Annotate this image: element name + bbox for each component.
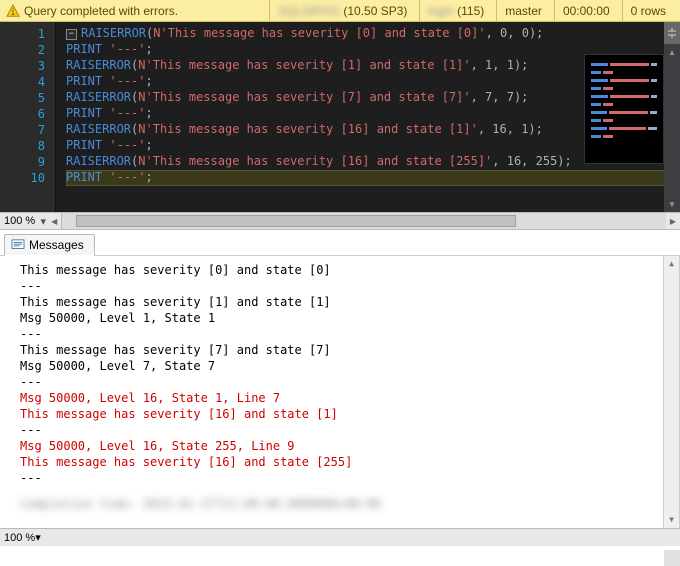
tab-messages-label: Messages	[29, 238, 84, 252]
spid: (115)	[457, 4, 484, 18]
results-tabs: Messages	[0, 230, 680, 256]
hscroll-right-icon[interactable]: ▶	[666, 217, 680, 226]
editor-vertical-scrollbar[interactable]: ▲ ▼	[664, 44, 680, 212]
message-line: ---	[20, 278, 679, 294]
split-handle[interactable]	[664, 22, 680, 44]
server-version: (10.50 SP3)	[343, 4, 407, 18]
zoom-dropdown-icon[interactable]: ▾	[39, 215, 47, 228]
zoom-dropdown-icon[interactable]: ▾	[35, 531, 41, 544]
message-line: ---	[20, 470, 679, 486]
message-line: Msg 50000, Level 16, State 1, Line 7	[20, 390, 679, 406]
message-line: Msg 50000, Level 16, State 255, Line 9	[20, 438, 679, 454]
elapsed-time: 00:00:00	[554, 0, 618, 21]
message-line: This message has severity [7] and state …	[20, 342, 679, 358]
message-line: This message has severity [16] and state…	[20, 454, 679, 470]
hscroll-left-icon[interactable]: ◀	[47, 217, 61, 226]
collapse-icon[interactable]: −	[66, 29, 77, 40]
message-line: ---	[20, 374, 679, 390]
login-name: login	[428, 4, 453, 18]
message-line: ---	[20, 326, 679, 342]
editor-horizontal-scrollbar[interactable]	[61, 213, 666, 229]
messages-zoom-row: 100 % ▾	[0, 528, 680, 546]
message-line: This message has severity [1] and state …	[20, 294, 679, 310]
tab-messages[interactable]: Messages	[4, 234, 95, 256]
editor-zoom-row: 100 % ▾ ◀ ▶	[0, 212, 680, 230]
sql-editor[interactable]: 12345678910 −RAISERROR(N'This message ha…	[0, 22, 680, 212]
warning-icon	[6, 4, 20, 18]
scrollbar-thumb[interactable]	[76, 215, 516, 227]
database-name: master	[496, 0, 550, 21]
scroll-down-icon[interactable]: ▼	[664, 196, 680, 212]
line-number-gutter: 12345678910	[0, 22, 56, 212]
status-message: Query completed with errors.	[24, 4, 178, 18]
message-line: Msg 50000, Level 1, State 1	[20, 310, 679, 326]
message-line: ---	[20, 422, 679, 438]
scroll-up-icon[interactable]: ▲	[664, 44, 680, 60]
scroll-up-icon[interactable]: ▲	[664, 256, 679, 272]
message-line: This message has severity [16] and state…	[20, 406, 679, 422]
query-status-bar: Query completed with errors. SQLSRV01 (1…	[0, 0, 680, 22]
messages-zoom-value: 100 %	[4, 532, 35, 544]
server-name: SQLSRV01	[278, 4, 340, 18]
messages-pane[interactable]: ▲ ▼ This message has severity [0] and st…	[0, 256, 680, 528]
resize-grip[interactable]	[664, 550, 680, 566]
messages-icon	[11, 239, 25, 251]
row-count: 0 rows	[622, 0, 674, 21]
completion-time: Completion time: 2023-01-27T12:00:00.000…	[20, 496, 679, 512]
minimap[interactable]	[584, 54, 664, 164]
message-line: This message has severity [0] and state …	[20, 262, 679, 278]
scroll-down-icon[interactable]: ▼	[664, 512, 679, 528]
messages-vertical-scrollbar[interactable]: ▲ ▼	[663, 256, 679, 528]
editor-zoom-value: 100 %	[4, 215, 39, 227]
message-line: Msg 50000, Level 7, State 7	[20, 358, 679, 374]
